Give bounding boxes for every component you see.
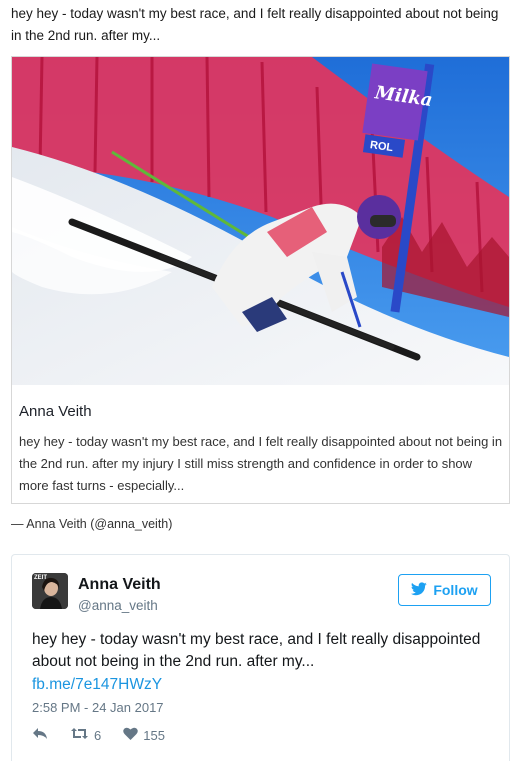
retweet-button[interactable]: 6 <box>70 727 101 743</box>
avatar[interactable]: ZEIT <box>32 573 68 609</box>
heart-icon <box>123 727 138 743</box>
reply-button[interactable] <box>32 727 48 743</box>
like-count: 155 <box>143 727 165 743</box>
tweet-actions: 6 155 <box>32 727 187 743</box>
follow-button[interactable]: Follow <box>398 574 491 606</box>
display-name[interactable]: Anna Veith <box>78 576 161 594</box>
ski-race-photo: Milka ROL <box>12 57 509 385</box>
retweet-count: 6 <box>94 727 102 743</box>
follow-label: Follow <box>433 582 478 598</box>
facebook-post-text: hey hey - today wasn't my best race, and… <box>19 434 503 493</box>
twitter-bird-icon <box>411 581 428 599</box>
embedded-tweet[interactable]: ZEIT Anna Veith @anna_veith Follow hey h… <box>11 554 510 761</box>
retweet-icon <box>70 727 89 743</box>
tweet-timestamp[interactable]: 2:58 PM - 24 Jan 2017 <box>32 700 164 715</box>
facebook-post-author[interactable]: Anna Veith <box>19 403 92 420</box>
avatar-badge: ZEIT <box>34 575 47 581</box>
screen-name[interactable]: @anna_veith <box>78 598 158 613</box>
tweet-attribution: — Anna Veith (@anna_veith) <box>11 517 173 531</box>
tweet-link[interactable]: fb.me/7e147HWzY <box>32 674 162 696</box>
post-excerpt: hey hey - today wasn't my best race, and… <box>11 6 499 43</box>
like-button[interactable]: 155 <box>123 727 165 743</box>
reply-icon <box>32 727 48 743</box>
tweet-text: hey hey - today wasn't my best race, and… <box>32 631 481 670</box>
facebook-embed-card[interactable]: Milka ROL Anna Veith hey hey - today was… <box>11 56 510 504</box>
